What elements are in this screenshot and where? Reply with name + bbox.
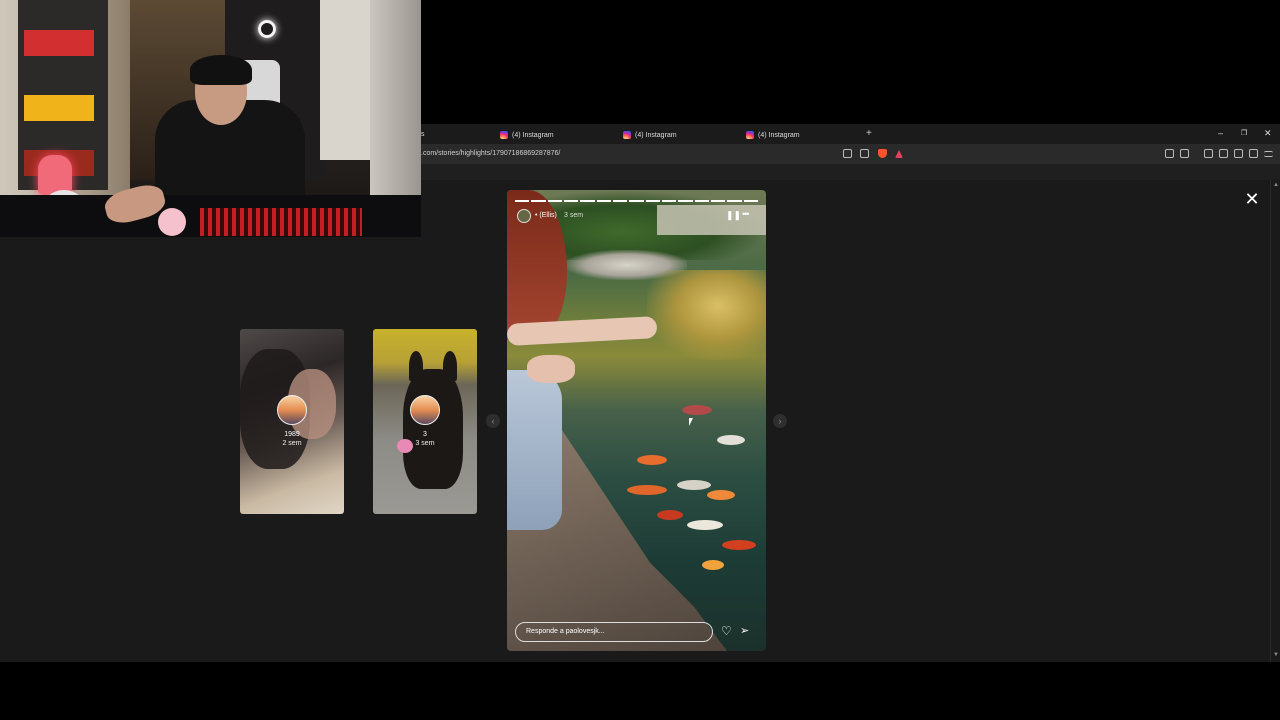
koi-fish	[722, 540, 756, 550]
screen: s (4) Instagram (4) Instagram (4) Instag…	[0, 0, 1280, 720]
progress-segment	[645, 200, 660, 202]
story-time: 3 sem	[415, 440, 435, 447]
avatar[interactable]	[517, 209, 531, 223]
brave-shields-icon[interactable]	[878, 149, 887, 158]
more-options-icon[interactable]: •••	[742, 209, 750, 219]
webcam-overlay	[0, 0, 421, 237]
microphone-icon	[38, 155, 72, 195]
next-story-button[interactable]: ›	[773, 414, 787, 428]
koi-fish	[707, 490, 735, 500]
current-story[interactable]: • (Ellis) 3 sem ❚❚ ••• Responde a paolov…	[507, 190, 766, 651]
story-time: 2 sem	[282, 440, 302, 447]
story-progress-bar	[515, 200, 758, 202]
pause-icon[interactable]: ❚❚	[726, 210, 741, 221]
tab-label: (4) Instagram	[512, 131, 554, 139]
tab-label: (4) Instagram	[758, 131, 800, 139]
progress-segment	[563, 200, 579, 202]
brave-rewards-icon[interactable]	[895, 150, 903, 158]
story-image-dog	[403, 369, 463, 489]
story-username: 1989	[284, 431, 300, 438]
story-image-leg	[507, 370, 562, 530]
koi-fish	[627, 485, 667, 495]
progress-segment	[547, 200, 562, 202]
koi-fish	[637, 455, 667, 465]
wallet-icon[interactable]	[1219, 149, 1228, 158]
story-time: 3 sem	[564, 212, 584, 219]
avatar	[277, 395, 307, 425]
scroll-up-icon[interactable]: ▲	[1273, 182, 1279, 188]
webcam-mouse	[158, 208, 186, 236]
progress-segment	[710, 200, 726, 202]
progress-segment	[727, 200, 742, 202]
extensions-icon[interactable]	[1165, 149, 1174, 158]
ring-light-icon	[258, 20, 276, 38]
close-window-button[interactable]: ✕	[1264, 128, 1272, 139]
instagram-icon	[746, 131, 754, 139]
progress-segment	[515, 200, 530, 202]
progress-segment	[612, 200, 628, 202]
downloads-icon[interactable]	[1180, 149, 1189, 158]
webcam-keyboard	[200, 208, 362, 236]
sidebar-icon[interactable]	[1204, 149, 1213, 158]
koi-fish	[657, 510, 683, 520]
avatar	[410, 395, 440, 425]
progress-segment	[743, 200, 758, 202]
leo-icon[interactable]	[1234, 149, 1243, 158]
progress-segment	[661, 200, 677, 202]
story-username[interactable]: • (Ellis)	[535, 212, 557, 219]
url-field[interactable]: .com/stories/highlights/1790718686928787…	[421, 150, 560, 157]
tab-instagram-3[interactable]: (4) Instagram	[746, 127, 800, 143]
story-thumbnail-3[interactable]: 3 3 sem	[373, 329, 477, 514]
tab-label: (4) Instagram	[635, 131, 677, 139]
instagram-icon	[500, 131, 508, 139]
restore-button[interactable]: ❐	[1241, 129, 1247, 137]
koi-fish	[702, 560, 724, 570]
mouse-cursor-icon	[689, 418, 693, 426]
koi-fish	[682, 405, 712, 415]
progress-segment	[678, 200, 693, 202]
koi-fish	[677, 480, 711, 490]
bottom-letterbox	[0, 662, 1280, 720]
progress-segment	[629, 200, 644, 202]
reply-input[interactable]: Responde a paolovesjk...	[515, 622, 713, 642]
close-story-button[interactable]: ✕	[1243, 190, 1261, 208]
progress-segment	[531, 200, 546, 202]
webcam-shoebox	[24, 95, 94, 121]
webcam-person-hair	[190, 55, 252, 85]
story-thumbnail-1989[interactable]: 1989 2 sem	[240, 329, 344, 514]
story-image-reflection	[647, 270, 766, 360]
scroll-down-icon[interactable]: ▼	[1273, 652, 1279, 658]
tab-partial[interactable]: s	[421, 131, 425, 138]
story-username: 3	[423, 431, 427, 438]
tab-instagram-2[interactable]: (4) Instagram	[623, 127, 677, 143]
instagram-icon	[623, 131, 631, 139]
story-image-hand	[527, 355, 575, 383]
story-image-wall	[657, 205, 766, 235]
webcam-shoebox	[24, 30, 94, 56]
heart-icon[interactable]: ♡	[721, 624, 732, 638]
vpn-icon[interactable]	[1249, 149, 1258, 158]
send-icon[interactable]: ➢	[740, 624, 749, 637]
previous-story-button[interactable]: ‹	[486, 414, 500, 428]
share-icon[interactable]	[860, 149, 869, 158]
screen-cast-icon[interactable]	[843, 149, 852, 158]
koi-fish	[687, 520, 723, 530]
menu-icon[interactable]	[1264, 151, 1273, 157]
new-tab-button[interactable]: +	[866, 128, 872, 139]
progress-segment	[596, 200, 611, 202]
tab-instagram-1[interactable]: (4) Instagram	[500, 127, 554, 143]
koi-fish	[717, 435, 745, 445]
progress-segment	[580, 200, 595, 202]
webcam-posters	[320, 0, 370, 160]
progress-segment	[694, 200, 709, 202]
scrollbar[interactable]: ▲ ▼	[1270, 180, 1280, 662]
minimize-button[interactable]: –	[1218, 128, 1223, 138]
